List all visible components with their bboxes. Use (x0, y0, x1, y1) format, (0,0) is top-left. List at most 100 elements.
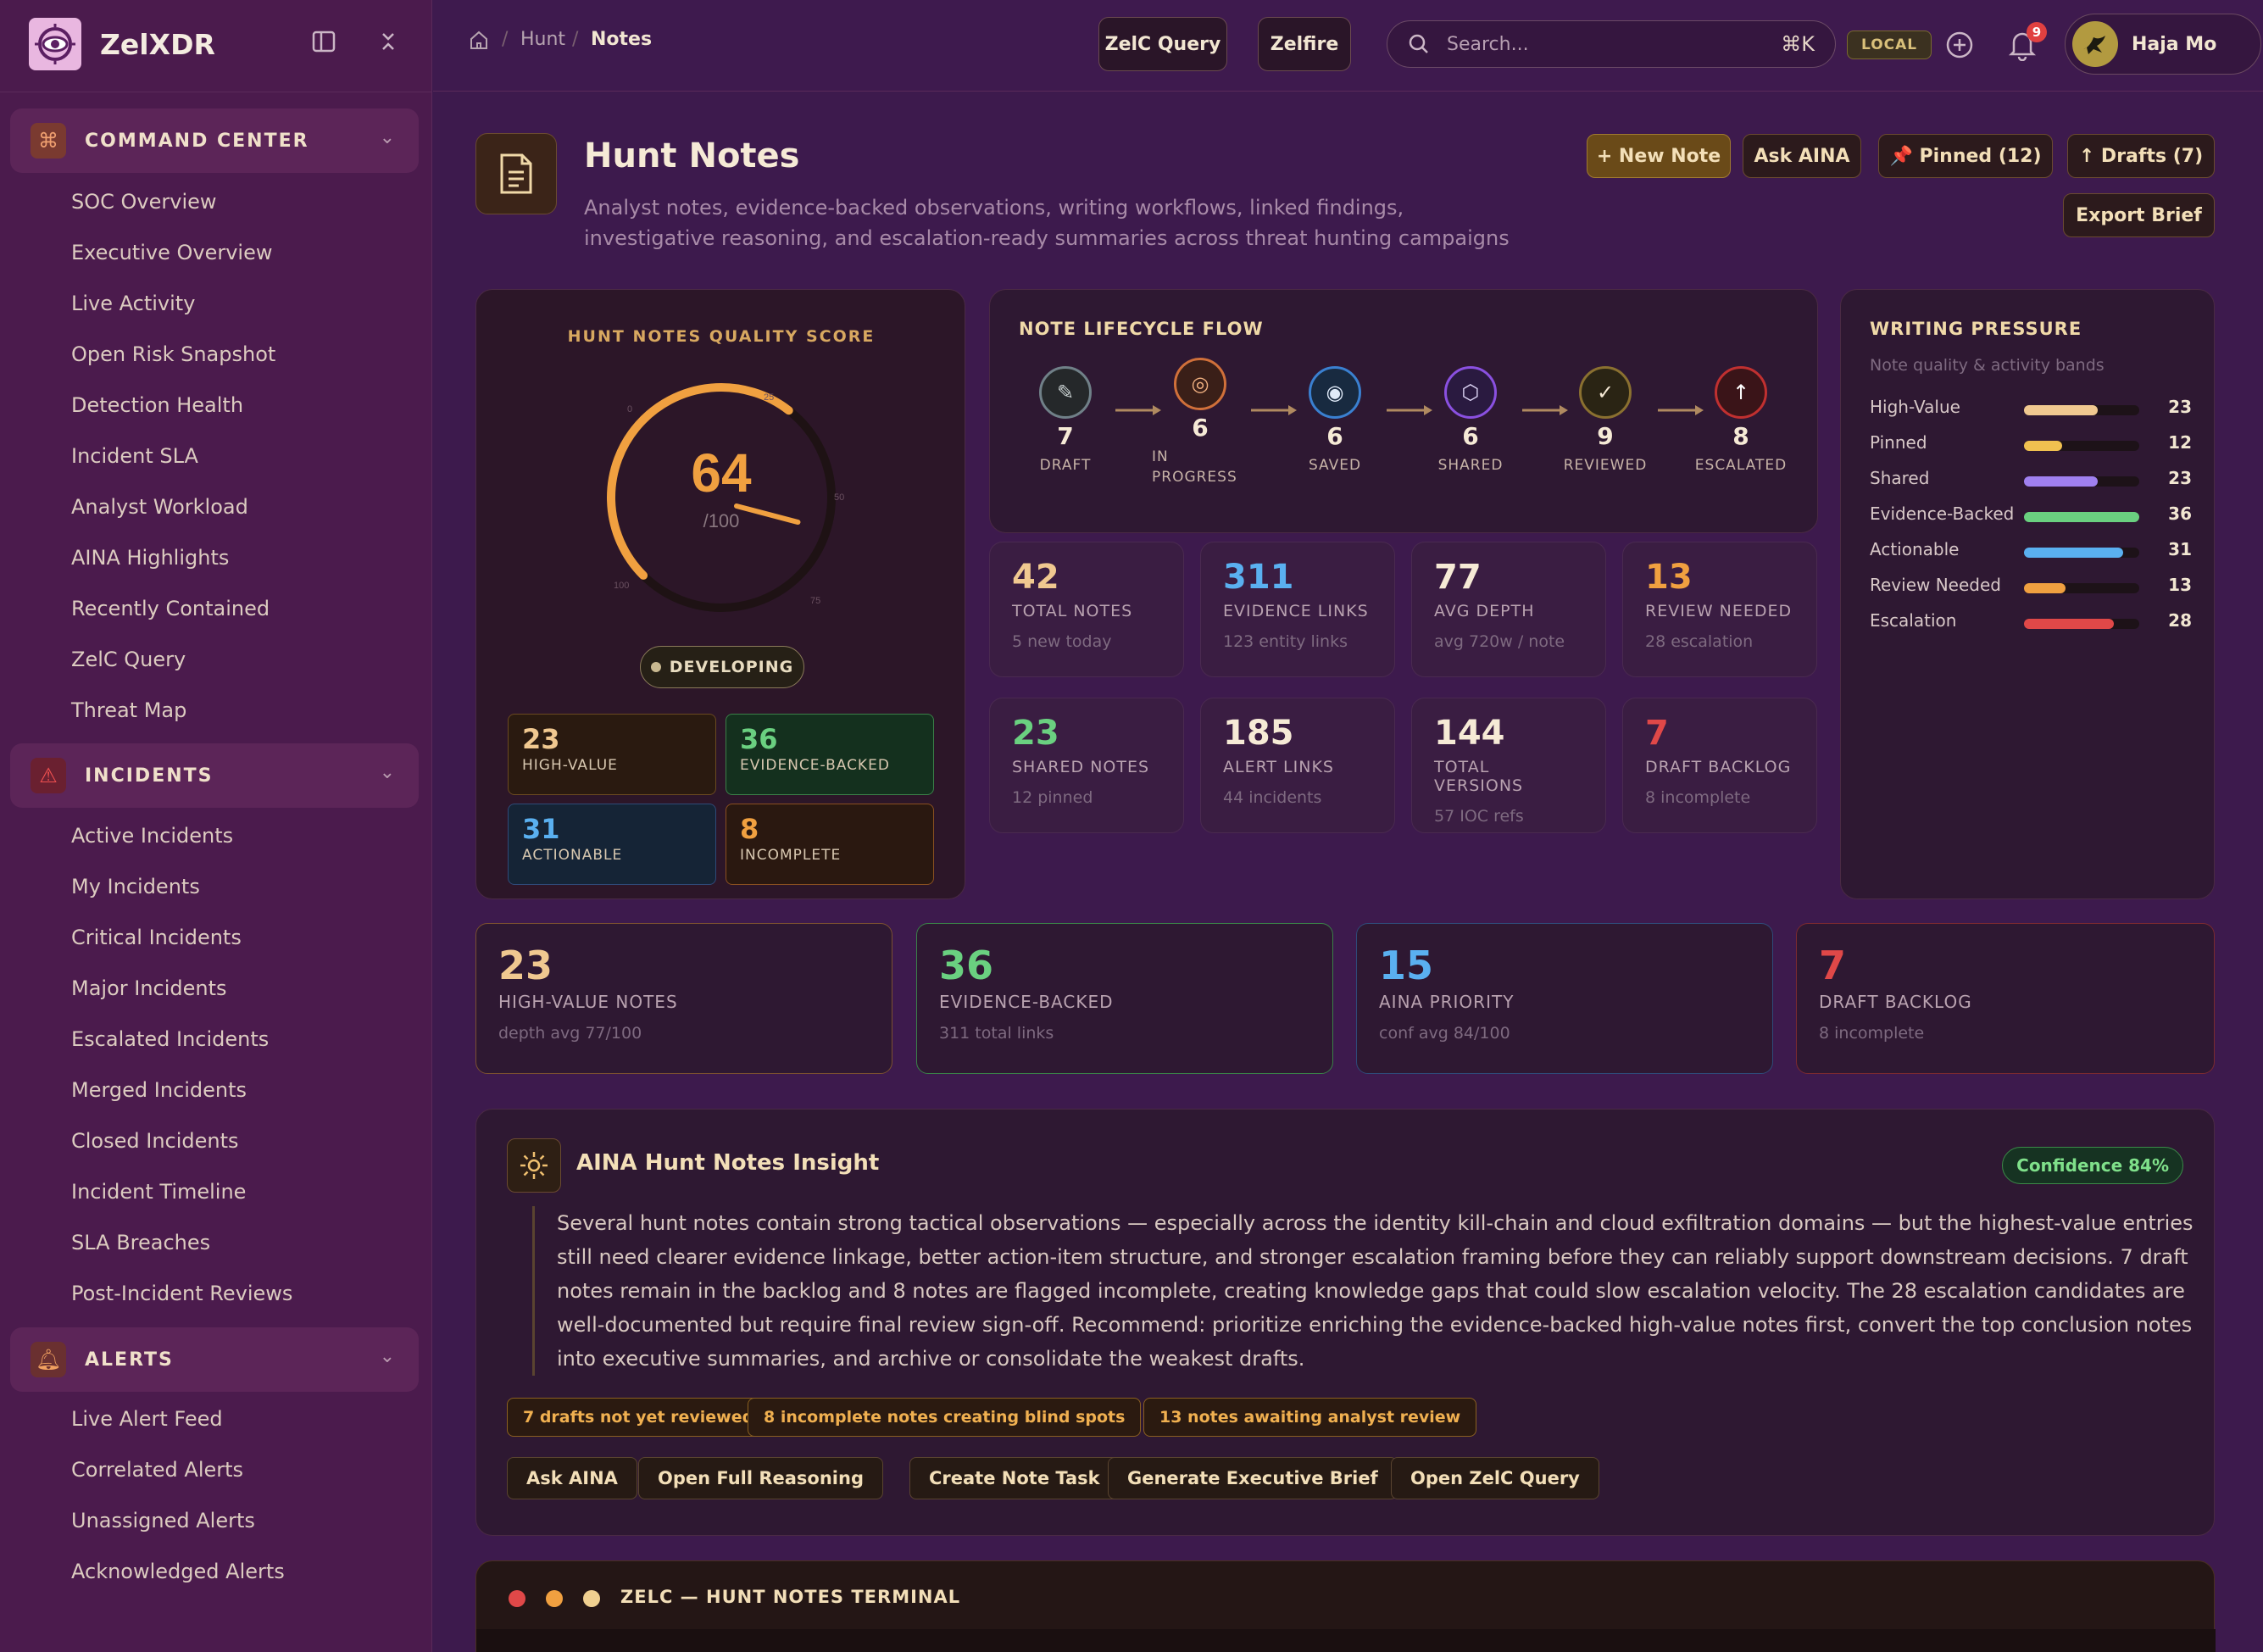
nav-item[interactable]: Open Risk Snapshot (71, 337, 275, 371)
sidebar-toggle-icon[interactable] (310, 29, 337, 56)
nav-item[interactable]: Major Incidents (71, 971, 227, 1005)
home-icon[interactable] (469, 29, 489, 56)
stat-draft-backlog[interactable]: 7 DRAFT BACKLOG 8 incomplete (1622, 698, 1817, 833)
stat-total-versions[interactable]: 144 TOTAL VERSIONS 57 IOC refs (1411, 698, 1606, 833)
brand[interactable]: ZelXDR (29, 15, 215, 73)
generate-brief-action[interactable]: Generate Executive Brief (1108, 1457, 1398, 1499)
highlight-sub: depth avg 77/100 (498, 1024, 642, 1043)
metric-value: 23 (522, 723, 560, 755)
zelc-query-button[interactable]: ZelC Query (1098, 17, 1227, 71)
highlight-aina-priority[interactable]: 15 AINA PRIORITY conf avg 84/100 (1356, 923, 1773, 1074)
nav-item[interactable]: Incident SLA (71, 439, 198, 473)
add-icon[interactable] (1945, 31, 1974, 63)
highlight-evidence-backed[interactable]: 36 EVIDENCE-BACKED 311 total links (916, 923, 1333, 1074)
nav-item[interactable]: Threat Map (71, 693, 186, 727)
nav-item[interactable]: Recently Contained (71, 592, 270, 626)
collapse-icon[interactable] (375, 29, 402, 56)
insight-tag[interactable]: 7 drafts not yet reviewed (507, 1398, 770, 1437)
search-bar[interactable]: Search... ⌘K (1387, 20, 1836, 68)
lifecycle-card: NOTE LIFECYCLE FLOW ✎ 7 DRAFT ◎ 6 IN PRO… (989, 289, 1818, 533)
step-in-progress[interactable]: ◎ 6 IN PROGRESS (1145, 358, 1255, 487)
minimize-dot[interactable] (546, 1590, 563, 1607)
nav-item[interactable]: Merged Incidents (71, 1073, 247, 1107)
share-icon: ⬡ (1444, 366, 1497, 419)
pressure-row: Review Needed 13 (1870, 575, 2192, 600)
insight-title: AINA Hunt Notes Insight (576, 1150, 880, 1176)
step-reviewed[interactable]: ✓ 9 REVIEWED (1550, 366, 1660, 476)
nav-item[interactable]: ZelC Query (71, 642, 186, 676)
insight-tag[interactable]: 13 notes awaiting analyst review (1143, 1398, 1477, 1437)
breadcrumb-hunt[interactable]: Hunt (520, 29, 565, 50)
gauge-tick-label: 75 (810, 596, 820, 606)
stat-value: 42 (1012, 558, 1059, 597)
pressure-value: 12 (2168, 432, 2192, 453)
nav-item[interactable]: My Incidents (71, 870, 200, 904)
chevron-down-icon: ⌄ (379, 127, 395, 148)
pressure-fill (2024, 476, 2099, 487)
highlight-high-value[interactable]: 23 HIGH-VALUE NOTES depth avg 77/100 (475, 923, 892, 1074)
step-saved[interactable]: ◉ 6 SAVED (1280, 366, 1390, 476)
page-subtitle: Analyst notes, evidence-backed observati… (584, 196, 1510, 250)
nav-item[interactable]: Correlated Alerts (71, 1453, 243, 1487)
nav-item[interactable]: Closed Incidents (71, 1124, 239, 1158)
nav-item[interactable]: Unassigned Alerts (71, 1504, 255, 1538)
stat-avg-depth[interactable]: 77 AVG DEPTH avg 720w / note (1411, 542, 1606, 677)
highlight-label: AINA PRIORITY (1379, 992, 1515, 1012)
gauge-tick-label: 100 (614, 581, 629, 591)
step-escalated[interactable]: ↑ 8 ESCALATED (1686, 366, 1796, 476)
pressure-fill (2024, 405, 2099, 415)
nav-item[interactable]: Post-Incident Reviews (71, 1277, 292, 1310)
stat-review-needed[interactable]: 13 REVIEW NEEDED 28 escalation (1622, 542, 1817, 677)
create-task-action[interactable]: Create Note Task (909, 1457, 1120, 1499)
step-count: 9 (1597, 422, 1614, 450)
nav-item[interactable]: Incident Timeline (71, 1175, 246, 1209)
step-label: IN PROGRESS (1152, 448, 1237, 486)
section-alerts[interactable]: 🔔︎ ALERTS ⌄ (10, 1327, 419, 1392)
nav-item[interactable]: Detection Health (71, 388, 243, 422)
highlight-draft-backlog[interactable]: 7 DRAFT BACKLOG 8 incomplete (1796, 923, 2215, 1074)
nav-item[interactable]: AINA Highlights (71, 541, 229, 575)
stat-label: DRAFT BACKLOG (1645, 758, 1792, 776)
stat-total-notes[interactable]: 42 TOTAL NOTES 5 new today (989, 542, 1184, 677)
nav-item[interactable]: Analyst Workload (71, 490, 248, 524)
step-shared[interactable]: ⬡ 6 SHARED (1415, 366, 1526, 476)
stat-alert-links[interactable]: 185 ALERT LINKS 44 incidents (1200, 698, 1395, 833)
nav-item[interactable]: Executive Overview (71, 236, 272, 270)
new-note-button[interactable]: + New Note (1587, 134, 1731, 178)
section-command-center[interactable]: ⌘ COMMAND CENTER ⌄ (10, 108, 419, 173)
nav-item[interactable]: Live Alert Feed (71, 1402, 223, 1436)
ask-aina-button[interactable]: Ask AINA (1743, 134, 1861, 178)
pressure-value: 36 (2168, 503, 2192, 524)
section-title: INCIDENTS (85, 765, 214, 787)
export-brief-button[interactable]: Export Brief (2063, 193, 2215, 237)
highlight-sub: 8 incomplete (1819, 1024, 1925, 1043)
search-input[interactable]: Search... (1447, 34, 1781, 55)
ask-aina-action[interactable]: Ask AINA (507, 1457, 637, 1499)
nav-item[interactable]: Live Activity (71, 286, 195, 320)
zelfire-button[interactable]: Zelfire (1258, 17, 1351, 71)
pencil-icon: ✎ (1039, 366, 1092, 419)
open-zelc-query-action[interactable]: Open ZelC Query (1391, 1457, 1599, 1499)
user-menu[interactable]: Haja Mo (2065, 14, 2261, 75)
drafts-button[interactable]: ↑ Drafts (7) (2067, 134, 2215, 178)
step-draft[interactable]: ✎ 7 DRAFT (1010, 366, 1120, 476)
stat-shared-notes[interactable]: 23 SHARED NOTES 12 pinned (989, 698, 1184, 833)
nav-item[interactable]: Critical Incidents (71, 921, 242, 954)
nav-item[interactable]: SOC Overview (71, 185, 217, 219)
pinned-button[interactable]: 📌 Pinned (12) (1878, 134, 2053, 178)
stat-value: 185 (1223, 714, 1294, 753)
nav-item[interactable]: Active Incidents (71, 819, 233, 853)
nav-item[interactable]: Acknowledged Alerts (71, 1555, 285, 1588)
nav-item[interactable]: Escalated Incidents (71, 1022, 269, 1056)
nav-item[interactable]: SLA Breaches (71, 1226, 210, 1260)
bell-icon[interactable]: 9 (2008, 22, 2047, 63)
insight-tag[interactable]: 8 incomplete notes creating blind spots (748, 1398, 1142, 1437)
notification-count: 9 (2027, 22, 2047, 42)
open-reasoning-action[interactable]: Open Full Reasoning (638, 1457, 883, 1499)
highlight-sub: conf avg 84/100 (1379, 1024, 1510, 1043)
close-dot[interactable] (509, 1590, 525, 1607)
section-incidents[interactable]: ⚠ INCIDENTS ⌄ (10, 743, 419, 808)
stat-evidence-links[interactable]: 311 EVIDENCE LINKS 123 entity links (1200, 542, 1395, 677)
quality-gauge: 64 /100 25 50 75 100 0 (607, 383, 844, 612)
maximize-dot[interactable] (583, 1590, 600, 1607)
